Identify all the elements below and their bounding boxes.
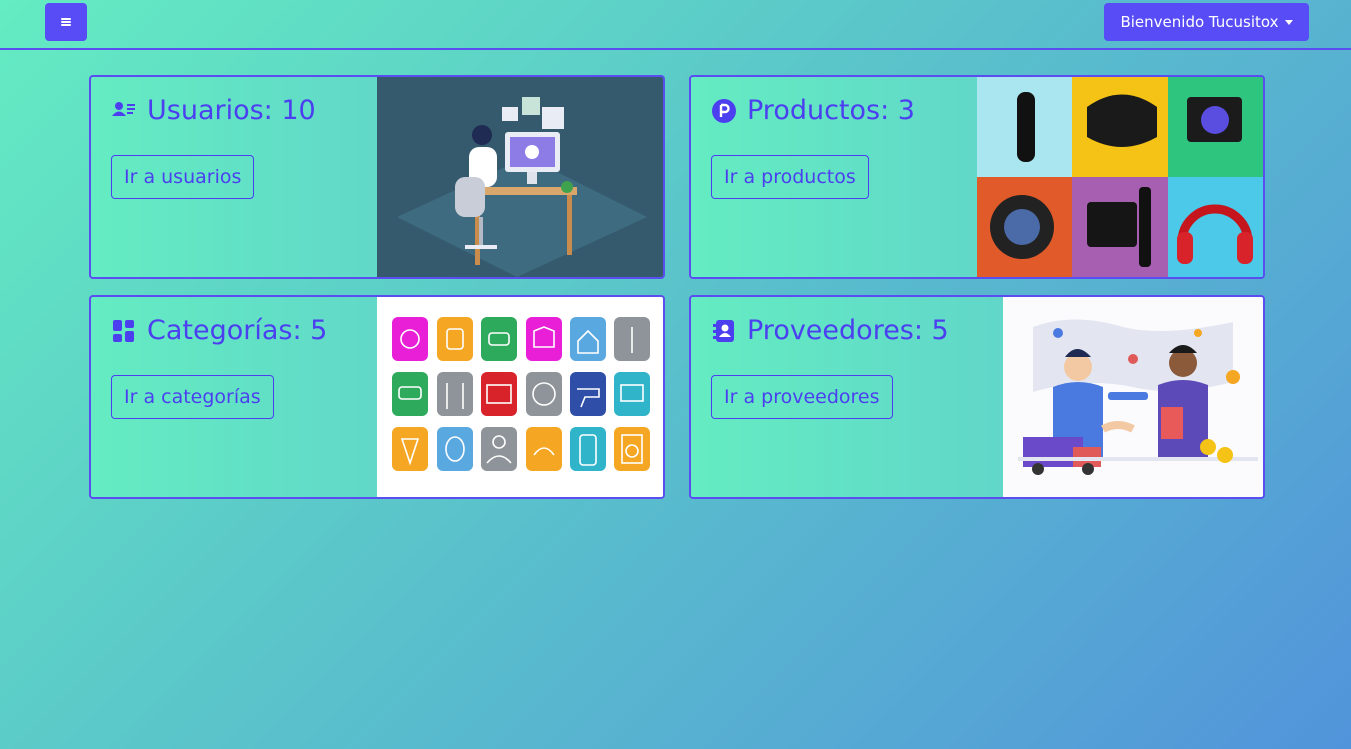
caret-down-icon	[1284, 19, 1293, 25]
card-proveedores: Proveedores: 5 Ir a proveedores	[689, 295, 1265, 499]
card-title-proveedores: Proveedores: 5	[711, 315, 949, 346]
user-dropdown-button[interactable]: Bienvenido Tucusitox	[1104, 3, 1309, 41]
product-p-icon	[712, 98, 736, 123]
card-title-categorias: Categorías: 5	[111, 315, 327, 346]
user-greeting: Bienvenido Tucusitox	[1120, 13, 1279, 31]
menu-toggle-button[interactable]	[45, 3, 87, 41]
categorias-count: Categorías: 5	[147, 315, 328, 346]
card-productos: Productos: 3 Ir a productos	[689, 75, 1265, 279]
card-title-productos: Productos: 3	[711, 95, 915, 126]
grid-icon	[113, 319, 134, 342]
users-list-icon	[112, 101, 135, 116]
navbar: Bienvenido Tucusitox	[0, 0, 1351, 50]
ir-categorias-button[interactable]: Ir a categorías	[111, 375, 274, 419]
productos-collage	[977, 77, 1263, 277]
categorias-icon-grid	[377, 297, 663, 497]
ir-productos-button[interactable]: Ir a productos	[711, 155, 869, 199]
proveedores-count: Proveedores: 5	[747, 315, 949, 346]
usuarios-illustration	[377, 77, 663, 277]
contact-book-icon	[713, 319, 734, 342]
productos-count: Productos: 3	[747, 95, 915, 126]
ir-proveedores-button[interactable]: Ir a proveedores	[711, 375, 893, 419]
usuarios-count: Usuarios: 10	[147, 95, 316, 126]
proveedores-illustration	[1003, 297, 1263, 497]
bars-icon	[61, 18, 71, 26]
card-categorias: Categorías: 5 Ir a categorías	[89, 295, 665, 499]
card-usuarios: Usuarios: 10 Ir a usuarios	[89, 75, 665, 279]
ir-usuarios-button[interactable]: Ir a usuarios	[111, 155, 255, 199]
card-title-usuarios: Usuarios: 10	[111, 95, 316, 126]
